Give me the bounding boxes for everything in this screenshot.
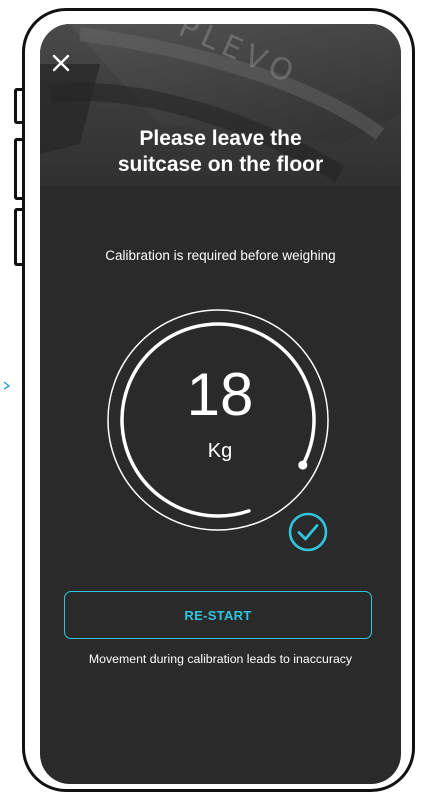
weight-gauge — [107, 309, 329, 531]
calibration-warning: Movement during calibration leads to ina… — [88, 652, 353, 666]
restart-button[interactable]: RE-START — [64, 591, 372, 639]
check-circle-icon — [288, 512, 328, 552]
edge-marker-icon — [3, 381, 11, 390]
gauge-progress-knob — [298, 460, 308, 470]
weight-value: 18 — [186, 361, 254, 428]
app-screen: PLEVO Please leave the suitcase on the f… — [40, 24, 401, 784]
weight-unit: Kg — [207, 440, 233, 462]
